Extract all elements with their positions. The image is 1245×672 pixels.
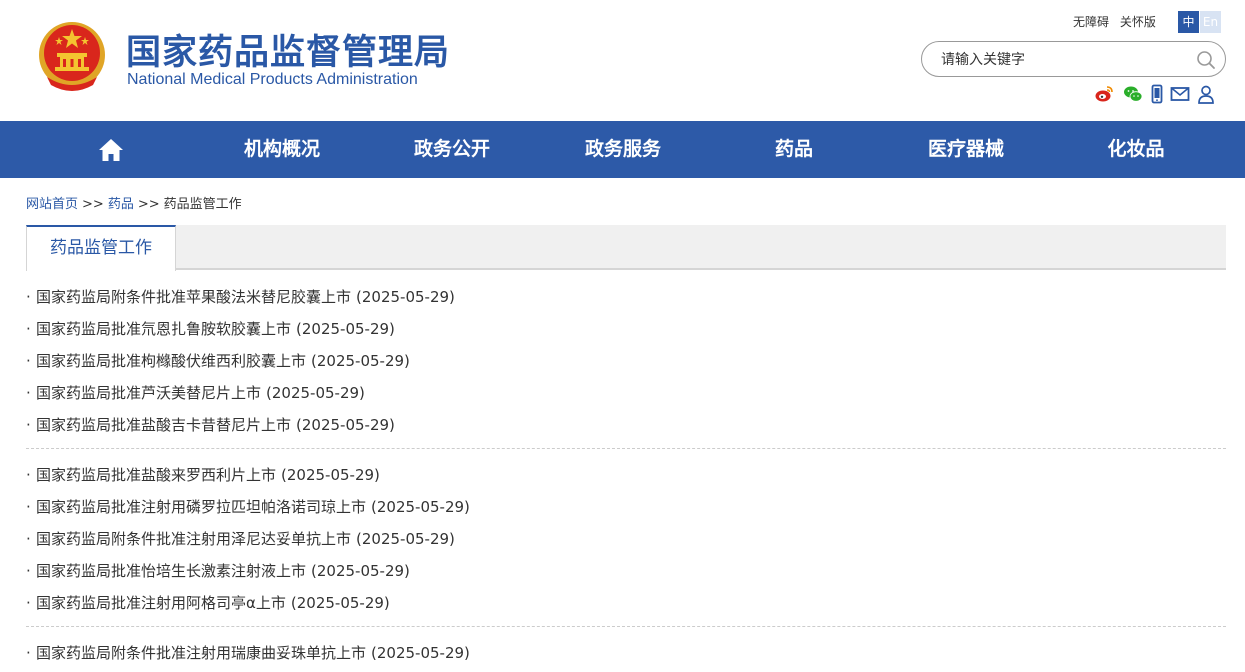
news-date: (2025-05-29)	[356, 288, 455, 306]
news-title[interactable]: 国家药监局附条件批准注射用泽尼达妥单抗上市	[36, 530, 351, 548]
news-title[interactable]: 国家药监局批准注射用阿格司亭α上市	[36, 594, 286, 612]
breadcrumb-home-link[interactable]: 网站首页	[26, 197, 78, 212]
bullet: ·	[26, 466, 31, 484]
nav-home[interactable]	[96, 121, 126, 178]
lang-zh-button[interactable]: 中	[1178, 11, 1199, 33]
bullet: ·	[26, 384, 31, 402]
news-item[interactable]: · 国家药监局附条件批准苹果酸法米替尼胶囊上市 (2025-05-29)	[26, 281, 1226, 313]
breadcrumb-separator: >>	[137, 197, 160, 212]
national-emblem-icon	[39, 22, 105, 91]
breadcrumb-drugs-link[interactable]: 药品	[108, 197, 134, 212]
news-item[interactable]: · 国家药监局批准怡培生长激素注射液上市 (2025-05-29)	[26, 555, 1226, 587]
main-nav: 机构概况 政务公开 政务服务 药品 医疗器械 化妆品	[0, 121, 1245, 178]
mobile-icon[interactable]	[1147, 84, 1167, 104]
news-date: (2025-05-29)	[311, 352, 410, 370]
nav-item-organization[interactable]: 机构概况	[232, 121, 332, 178]
news-title[interactable]: 国家药监局附条件批准注射用瑞康曲妥珠单抗上市	[36, 644, 366, 662]
nav-item-medical-devices[interactable]: 医疗器械	[916, 121, 1016, 178]
news-item[interactable]: · 国家药监局批准盐酸吉卡昔替尼片上市 (2025-05-29)	[26, 409, 1226, 441]
news-title[interactable]: 国家药监局批准注射用磷罗拉匹坦帕洛诺司琼上市	[36, 498, 366, 516]
news-date: (2025-05-29)	[356, 530, 455, 548]
breadcrumb-current: 药品监管工作	[163, 197, 242, 212]
news-item[interactable]: · 国家药监局批准盐酸来罗西利片上市 (2025-05-29)	[26, 459, 1226, 491]
news-group: · 国家药监局附条件批准注射用瑞康曲妥珠单抗上市 (2025-05-29)	[26, 637, 1226, 672]
bullet: ·	[26, 288, 31, 306]
nav-item-drugs[interactable]: 药品	[764, 121, 824, 178]
site-title-en[interactable]: National Medical Products Administration	[127, 71, 418, 89]
breadcrumb: 网站首页 >> 药品 >> 药品监管工作	[26, 193, 242, 212]
nav-item-government-services[interactable]: 政务服务	[573, 121, 673, 178]
search-box	[921, 41, 1226, 77]
site-title-cn[interactable]: 国家药品监督管理局	[126, 24, 450, 75]
bullet: ·	[26, 644, 31, 662]
news-item[interactable]: · 国家药监局批准注射用磷罗拉匹坦帕洛诺司琼上市 (2025-05-29)	[26, 491, 1226, 523]
news-list: · 国家药监局附条件批准苹果酸法米替尼胶囊上市 (2025-05-29) · 国家药监…	[26, 281, 1226, 672]
wechat-icon[interactable]	[1123, 84, 1143, 104]
weibo-icon[interactable]	[1094, 84, 1114, 104]
search-icon[interactable]	[1196, 50, 1216, 70]
lang-en-button[interactable]: En	[1200, 11, 1221, 33]
news-title[interactable]: 国家药监局批准盐酸吉卡昔替尼片上市	[36, 416, 291, 434]
section-tab-bar: 药品监管工作	[26, 225, 1226, 271]
news-item[interactable]: · 国家药监局批准芦沃美替尼片上市 (2025-05-29)	[26, 377, 1226, 409]
bullet: ·	[26, 594, 31, 612]
news-date: (2025-05-29)	[371, 498, 470, 516]
search-input[interactable]	[941, 49, 1181, 71]
news-item[interactable]: · 国家药监局附条件批准注射用泽尼达妥单抗上市 (2025-05-29)	[26, 523, 1226, 555]
news-date: (2025-05-29)	[296, 416, 395, 434]
bullet: ·	[26, 498, 31, 516]
news-title[interactable]: 国家药监局批准枸橼酸伏维西利胶囊上市	[36, 352, 306, 370]
news-group: · 国家药监局批准盐酸来罗西利片上市 (2025-05-29) · 国家药监局批准注射…	[26, 459, 1226, 627]
bullet: ·	[26, 562, 31, 580]
nav-item-government-affairs[interactable]: 政务公开	[402, 121, 502, 178]
home-icon	[99, 139, 123, 161]
news-item[interactable]: · 国家药监局批准枸橼酸伏维西利胶囊上市 (2025-05-29)	[26, 345, 1226, 377]
news-group: · 国家药监局附条件批准苹果酸法米替尼胶囊上市 (2025-05-29) · 国家药监…	[26, 281, 1226, 449]
bullet: ·	[26, 320, 31, 338]
news-title[interactable]: 国家药监局附条件批准苹果酸法米替尼胶囊上市	[36, 288, 351, 306]
elder-mode-link[interactable]: 关怀版	[1120, 15, 1156, 29]
mail-icon[interactable]	[1170, 84, 1190, 104]
user-icon[interactable]	[1196, 84, 1216, 104]
tab-drug-regulation[interactable]: 药品监管工作	[26, 225, 176, 271]
news-title[interactable]: 国家药监局批准怡培生长激素注射液上市	[36, 562, 306, 580]
news-title[interactable]: 国家药监局批准氘恩扎鲁胺软胶囊上市	[36, 320, 291, 338]
news-item[interactable]: · 国家药监局批准注射用阿格司亭α上市 (2025-05-29)	[26, 587, 1226, 619]
news-date: (2025-05-29)	[290, 594, 390, 612]
top-links: 无障碍 关怀版	[1073, 13, 1163, 30]
accessibility-link[interactable]: 无障碍	[1073, 15, 1109, 29]
news-item[interactable]: · 国家药监局批准氘恩扎鲁胺软胶囊上市 (2025-05-29)	[26, 313, 1226, 345]
nav-item-cosmetics[interactable]: 化妆品	[1096, 121, 1176, 178]
bullet: ·	[26, 352, 31, 370]
news-title[interactable]: 国家药监局批准盐酸来罗西利片上市	[36, 466, 276, 484]
bullet: ·	[26, 416, 31, 434]
breadcrumb-separator: >>	[82, 197, 104, 212]
news-date: (2025-05-29)	[371, 644, 470, 662]
news-date: (2025-05-29)	[281, 466, 380, 484]
news-date: (2025-05-29)	[311, 562, 410, 580]
news-date: (2025-05-29)	[266, 384, 365, 402]
bullet: ·	[26, 530, 31, 548]
news-item[interactable]: · 国家药监局附条件批准注射用瑞康曲妥珠单抗上市 (2025-05-29)	[26, 637, 1226, 669]
news-title[interactable]: 国家药监局批准芦沃美替尼片上市	[36, 384, 261, 402]
news-date: (2025-05-29)	[296, 320, 395, 338]
site-header: 国家药品监督管理局 National Medical Products Admi…	[0, 0, 1245, 121]
